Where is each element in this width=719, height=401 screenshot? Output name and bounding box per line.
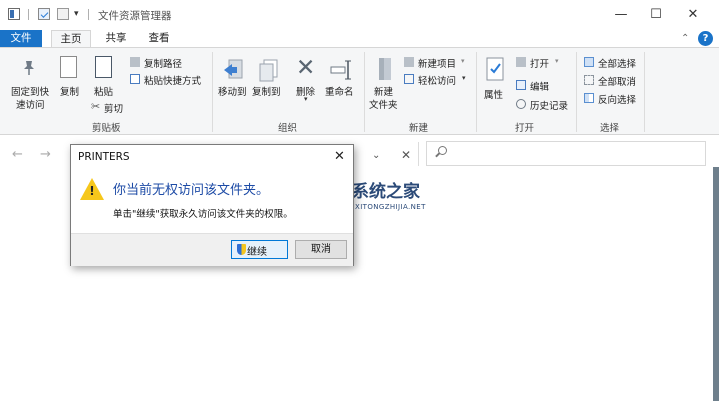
dialog-content-text: 单击"继续"获取永久访问该文件夹的权限。 [113,209,293,220]
watermark-domain: XITONGZHIJIA.NET [355,203,426,211]
scissors-icon: ✂ [91,100,101,113]
folder-icon[interactable] [8,8,20,20]
chevron-down-icon[interactable]: ▾ [462,74,466,82]
edit-icon [516,80,526,90]
window-title: 文件资源管理器 [98,10,172,22]
group-label-new: 新建 [409,123,429,134]
history-icon [516,99,526,109]
separator [28,9,29,20]
paste-shortcut-icon [130,74,140,84]
tab-view[interactable]: 查看 [141,30,177,48]
group-label-organize: 组织 [278,123,298,134]
new-folder-button[interactable]: 新建 [374,84,393,98]
new-item-icon [404,57,414,67]
edit-button[interactable]: 编辑 [530,79,549,93]
copy-icon [60,56,77,78]
help-icon[interactable]: ? [698,31,713,46]
dialog-close-button[interactable]: ✕ [334,149,345,164]
background-window-edge [713,167,719,401]
tab-home[interactable]: 主页 [51,30,91,48]
group-label-clipboard: 剪贴板 [92,123,121,134]
properties-icon [483,56,505,81]
tab-file[interactable]: 文件 [0,30,42,47]
back-arrow-icon[interactable]: ← [12,147,23,162]
invert-selection-button[interactable]: 反向选择 [598,92,636,106]
history-button[interactable]: 历史记录 [530,98,568,112]
cancel-button[interactable]: 取消 [295,240,347,259]
select-all-icon [584,57,594,67]
select-none-button[interactable]: 全部取消 [598,74,636,88]
copy-path-button[interactable]: 复制路径 [144,56,182,70]
address-dropdown-chevron-icon[interactable]: ⌄ [372,150,380,161]
forward-arrow-icon[interactable]: → [40,147,51,162]
copy-button[interactable]: 复制 [60,84,79,98]
new-item-button[interactable]: 新建项目 [418,56,456,70]
uac-shield-icon [237,244,246,255]
chevron-up-icon[interactable]: ⌃ [681,33,689,44]
chevron-down-icon[interactable]: ▾ [304,95,308,103]
dialog-title: PRINTERS [78,151,130,163]
search-icon [438,146,447,155]
pin-quick-access-label: 速访问 [16,100,45,111]
group-separator [212,52,213,132]
pin-icon [22,60,34,75]
delete-icon: ✕ [296,55,316,81]
new-folder-label: 文件夹 [369,100,398,111]
paste-icon [95,56,112,78]
separator [88,9,89,20]
group-separator [364,52,365,132]
group-label-open: 打开 [515,123,535,134]
group-separator [576,52,577,132]
copy-to-button[interactable]: 复制到 [252,84,281,98]
tab-share[interactable]: 共享 [98,30,134,48]
paste-shortcut-button[interactable]: 粘贴快捷方式 [144,73,201,87]
rename-icon [329,58,351,80]
group-separator [644,52,645,132]
open-icon [516,57,526,67]
new-folder-icon [374,56,394,80]
invert-selection-icon [584,93,594,103]
move-to-button[interactable]: 移动到 [218,84,247,98]
select-none-icon [584,75,594,85]
group-separator [476,52,477,132]
group-label-select: 选择 [600,123,620,134]
dialog-main-instruction: 你当前无权访问该文件夹。 [113,183,270,198]
properties-button[interactable]: 属性 [484,87,503,101]
separator [418,142,419,166]
close-window-button[interactable]: ✕ [683,6,703,24]
select-all-button[interactable]: 全部选择 [598,56,636,70]
properties-check-icon[interactable] [38,8,50,20]
search-input[interactable] [426,141,706,166]
warning-icon-mark: ! [89,184,95,198]
chevron-down-icon[interactable]: ▾ [461,57,465,65]
move-to-icon [222,58,244,80]
open-button[interactable]: 打开 [530,56,549,70]
new-folder-icon[interactable] [57,8,69,20]
minimize-button[interactable]: — [611,6,631,24]
copy-path-icon [130,57,140,67]
rename-button[interactable]: 重命名 [325,84,354,98]
paste-button[interactable]: 粘贴 [94,84,113,98]
address-clear-icon[interactable]: ✕ [401,148,411,162]
continue-button-label: 继续 [247,247,267,258]
watermark-text: 系统之家 [352,182,420,202]
maximize-button[interactable]: ☐ [646,6,666,24]
customize-quick-access-dropdown[interactable]: ▾ [74,10,79,19]
easy-access-button[interactable]: 轻松访问 [418,73,456,87]
pin-quick-access-button[interactable]: 固定到快 [11,84,49,98]
copy-to-icon [256,58,278,82]
chevron-down-icon[interactable]: ▾ [555,57,559,65]
cut-button[interactable]: 剪切 [104,101,123,115]
easy-access-icon [404,74,414,84]
